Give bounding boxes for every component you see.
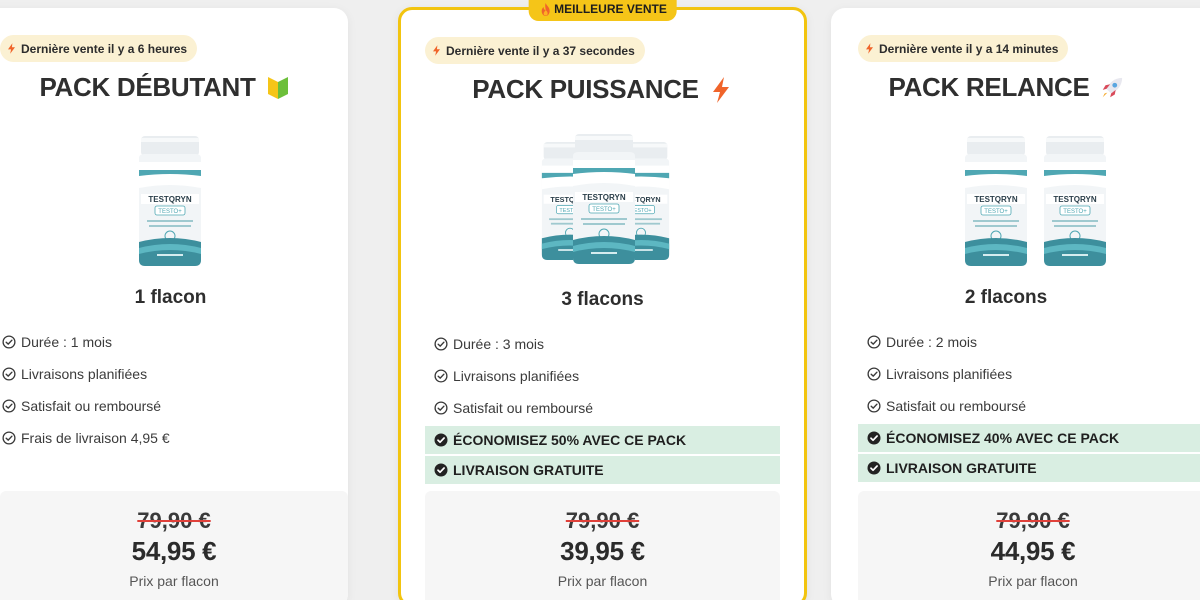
feature-item: Durée : 1 mois: [2, 326, 332, 358]
feature-item: Livraisons planifiées: [2, 358, 332, 390]
pack-card-relance[interactable]: Dernière vente il y a 14 minutes PACK RE…: [831, 8, 1200, 600]
new-price: 39,95 €: [560, 536, 645, 566]
old-price: 79,90 €: [137, 508, 211, 533]
old-price: 79,90 €: [565, 508, 640, 533]
lightning-icon: [433, 45, 440, 56]
check-circle-icon: [2, 431, 16, 445]
bottle-count: 2 flacons: [964, 287, 1048, 308]
pack-card-debutant[interactable]: Dernière vente il y a 6 heures PACK DÉBU…: [0, 8, 348, 600]
price-box: 79,90 € 39,95 € Prix par flacon: [425, 491, 780, 600]
check-circle-icon: [434, 369, 448, 383]
price-unit-label: Prix par flacon: [557, 573, 648, 589]
feature-item: Livraisons planifiées: [858, 358, 1200, 390]
new-price: 44,95 €: [990, 536, 1076, 566]
free-shipping-highlight: LIVRAISON GRATUITE: [858, 454, 1200, 482]
pack-card-puissance[interactable]: MEILLEURE VENTE Dernière vente il y a 37…: [398, 0, 807, 600]
check-circle-icon: [434, 401, 448, 415]
lightning-icon: [866, 43, 873, 54]
pack-title: PACK RELANCE: [831, 72, 1200, 103]
fire-icon: [541, 2, 550, 16]
bottle-image: [571, 134, 637, 264]
product-image: [0, 126, 348, 271]
new-price: 54,95 €: [131, 536, 217, 566]
last-sale-badge: Dernière vente il y a 6 heures: [0, 35, 198, 62]
free-shipping-highlight: LIVRAISON GRATUITE: [425, 456, 780, 484]
feature-list: Durée : 3 mois Livraisons planifiées Sat…: [425, 328, 780, 486]
best-seller-ribbon: MEILLEURE VENTE: [528, 0, 677, 21]
bottle-count: 1 flacon: [134, 287, 207, 308]
feature-item: Durée : 3 mois: [425, 328, 780, 360]
old-price: 79,90 €: [996, 508, 1070, 533]
check-filled-icon: [434, 463, 448, 477]
feature-item: Livraisons planifiées: [425, 360, 780, 392]
price-unit-label: Prix par flacon: [129, 573, 219, 589]
rocket-icon: [1102, 77, 1122, 97]
check-circle-icon: [2, 335, 16, 349]
bottle-image: [137, 136, 203, 266]
last-sale-badge: Dernière vente il y a 37 secondes: [425, 37, 645, 64]
check-circle-icon: [2, 367, 16, 381]
feature-item: Satisfait ou remboursé: [425, 392, 780, 424]
price-box: 79,90 € 54,95 € Prix par flacon: [0, 491, 348, 600]
lightning-icon: [8, 43, 15, 54]
beginner-badge-icon: [267, 76, 288, 99]
bottle-count: 3 flacons: [561, 289, 644, 310]
check-circle-icon: [867, 399, 881, 413]
check-filled-icon: [867, 461, 881, 475]
bottle-image: [963, 136, 1029, 266]
check-circle-icon: [867, 367, 881, 381]
savings-highlight: ÉCONOMISEZ 50% AVEC CE PACK: [425, 426, 780, 454]
check-circle-icon: [867, 335, 881, 349]
price-box: 79,90 € 44,95 € Prix par flacon: [858, 491, 1200, 600]
feature-item: Satisfait ou remboursé: [2, 390, 332, 422]
last-sale-badge: Dernière vente il y a 14 minutes: [858, 35, 1069, 62]
feature-item: Frais de livraison 4,95 €: [2, 422, 332, 454]
product-image: [401, 128, 804, 273]
savings-highlight: ÉCONOMISEZ 40% AVEC CE PACK: [858, 424, 1200, 452]
feature-item: Durée : 2 mois: [858, 326, 1200, 358]
bottle-image: [1042, 136, 1108, 266]
pack-title: PACK PUISSANCE: [401, 74, 804, 105]
check-filled-icon: [867, 431, 881, 445]
pack-title: PACK DÉBUTANT: [0, 72, 348, 103]
feature-item: Satisfait ou remboursé: [858, 390, 1200, 422]
feature-list: Durée : 2 mois Livraisons planifiées Sat…: [858, 326, 1200, 484]
product-image: [831, 126, 1200, 271]
price-unit-label: Prix par flacon: [988, 573, 1078, 589]
feature-list: Durée : 1 mois Livraisons planifiées Sat…: [2, 326, 332, 454]
check-circle-icon: [434, 337, 448, 351]
lightning-icon: [712, 76, 729, 103]
check-circle-icon: [2, 399, 16, 413]
check-filled-icon: [434, 433, 448, 447]
